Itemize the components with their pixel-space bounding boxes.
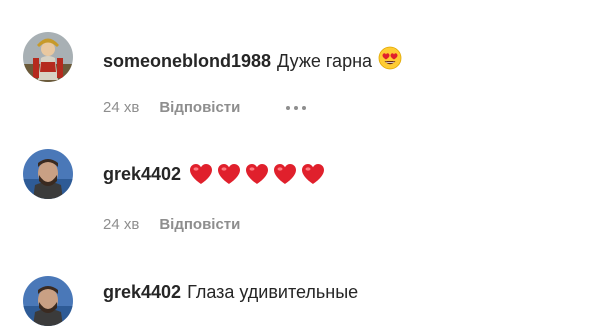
red-heart-icon xyxy=(274,164,297,184)
comment-text: Глаза удивительные xyxy=(187,282,359,302)
avatar-image xyxy=(23,149,73,199)
comment-username[interactable]: grek4402 xyxy=(103,281,181,303)
avatar[interactable] xyxy=(23,149,73,199)
reply-button[interactable]: Відповісти xyxy=(159,216,240,234)
previous-comment-cut xyxy=(0,0,600,6)
comment-text: Дуже гарна xyxy=(277,50,373,71)
avatar[interactable] xyxy=(23,32,73,82)
avatar-image xyxy=(23,32,73,82)
hearts-emoji-group xyxy=(189,163,325,185)
reply-button[interactable]: Відповісти xyxy=(159,99,240,117)
red-heart-icon xyxy=(302,164,325,184)
avatar-image xyxy=(23,276,73,326)
comment-username[interactable]: someoneblond1988 xyxy=(103,50,271,72)
red-heart-icon xyxy=(218,164,241,184)
comment-time: 24 хв xyxy=(103,99,140,116)
avatar[interactable] xyxy=(23,276,73,326)
comment-username[interactable]: grek4402 xyxy=(103,163,181,185)
comment-time: 24 хв xyxy=(103,216,140,233)
red-heart-icon xyxy=(190,164,213,184)
red-heart-icon xyxy=(246,164,269,184)
more-options-icon[interactable] xyxy=(286,106,307,110)
heart-eyes-emoji-icon xyxy=(378,46,402,75)
